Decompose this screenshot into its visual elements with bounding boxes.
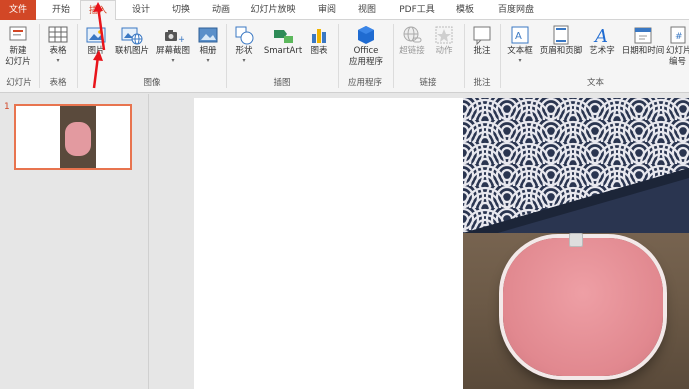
slide-editing-area: [150, 94, 689, 389]
shapes-button[interactable]: 形状 ▾: [229, 22, 259, 64]
header-footer-button[interactable]: 页眉和页脚: [538, 22, 584, 57]
pink-mouse: [503, 238, 663, 376]
slide-thumbnail-1[interactable]: [14, 104, 132, 170]
action-button[interactable]: 动作: [430, 22, 458, 57]
office-store-icon: [355, 24, 377, 46]
tab-review[interactable]: 审阅: [310, 0, 344, 20]
header-footer-icon: [550, 24, 572, 46]
group-label-text: 文本: [586, 78, 604, 88]
comment-button[interactable]: 批注: [467, 22, 497, 57]
annotation-arrows: [92, 2, 106, 89]
table-button[interactable]: 表格 ▾: [42, 22, 74, 64]
inserted-mouse-photo[interactable]: [463, 98, 689, 389]
globe-link-icon: [401, 24, 423, 46]
tab-baidu-netdisk[interactable]: 百度网盘: [490, 0, 542, 20]
thumbnail-photo: [60, 106, 96, 168]
tab-transitions[interactable]: 切换: [164, 0, 198, 20]
wordart-button[interactable]: A 艺术字: [585, 22, 619, 57]
svg-text:+: +: [178, 35, 184, 45]
patterned-mousepad: [463, 98, 689, 233]
table-icon: [47, 24, 69, 46]
photo-album-icon: [197, 24, 219, 46]
slide-thumbnail-pane: 1: [0, 94, 149, 389]
comment-icon: [471, 24, 493, 46]
photo-album-button[interactable]: 相册 ▾: [194, 22, 222, 64]
slide-number-icon: #: [667, 24, 689, 46]
smartart-button[interactable]: SmartArt: [262, 22, 304, 57]
chart-button[interactable]: 图表: [306, 22, 332, 57]
textbox-icon: A: [509, 24, 531, 46]
tab-slideshow[interactable]: 幻灯片放映: [244, 0, 302, 20]
tab-view[interactable]: 视图: [350, 0, 384, 20]
group-label-links: 链接: [419, 78, 437, 88]
tab-animations[interactable]: 动画: [204, 0, 238, 20]
smartart-icon: [272, 24, 294, 46]
group-label-tables: 表格: [49, 78, 67, 88]
star-icon: [433, 24, 455, 46]
slide-number-button[interactable]: # 幻灯片 编号: [666, 22, 689, 68]
office-apps-button[interactable]: Office 应用程序: [341, 22, 391, 68]
svg-text:A: A: [515, 31, 522, 42]
group-label-slides: 幻灯片: [6, 78, 32, 88]
svg-text:A: A: [593, 26, 608, 46]
date-time-button[interactable]: 日期和时间: [620, 22, 666, 57]
screenshot-icon: +: [162, 24, 186, 46]
slide-canvas[interactable]: [194, 98, 689, 389]
tab-templates[interactable]: 模板: [448, 0, 482, 20]
svg-text:#: #: [675, 32, 683, 42]
tab-home[interactable]: 开始: [44, 0, 78, 20]
bar-chart-icon: [308, 24, 330, 46]
wordart-icon: A: [591, 24, 613, 47]
textbox-button[interactable]: A 文本框 ▾: [503, 22, 537, 64]
slide-number-label: 1: [4, 102, 10, 112]
tab-pdf-tools[interactable]: PDF工具: [394, 0, 440, 20]
group-label-apps: 应用程序: [347, 78, 382, 88]
shapes-icon: [233, 24, 255, 46]
screenshot-button[interactable]: + 屏幕截图 ▾: [152, 22, 194, 64]
new-slide-icon: [7, 24, 29, 46]
scroll-wheel: [569, 233, 583, 247]
tab-file[interactable]: 文件: [0, 0, 36, 20]
new-slide-button[interactable]: 新建 幻灯片: [2, 22, 34, 68]
hyperlink-button[interactable]: 超链接: [396, 22, 428, 57]
calendar-icon: [632, 24, 654, 46]
group-label-illustrations: 插图: [273, 78, 291, 88]
group-label-comments: 批注: [473, 78, 491, 88]
